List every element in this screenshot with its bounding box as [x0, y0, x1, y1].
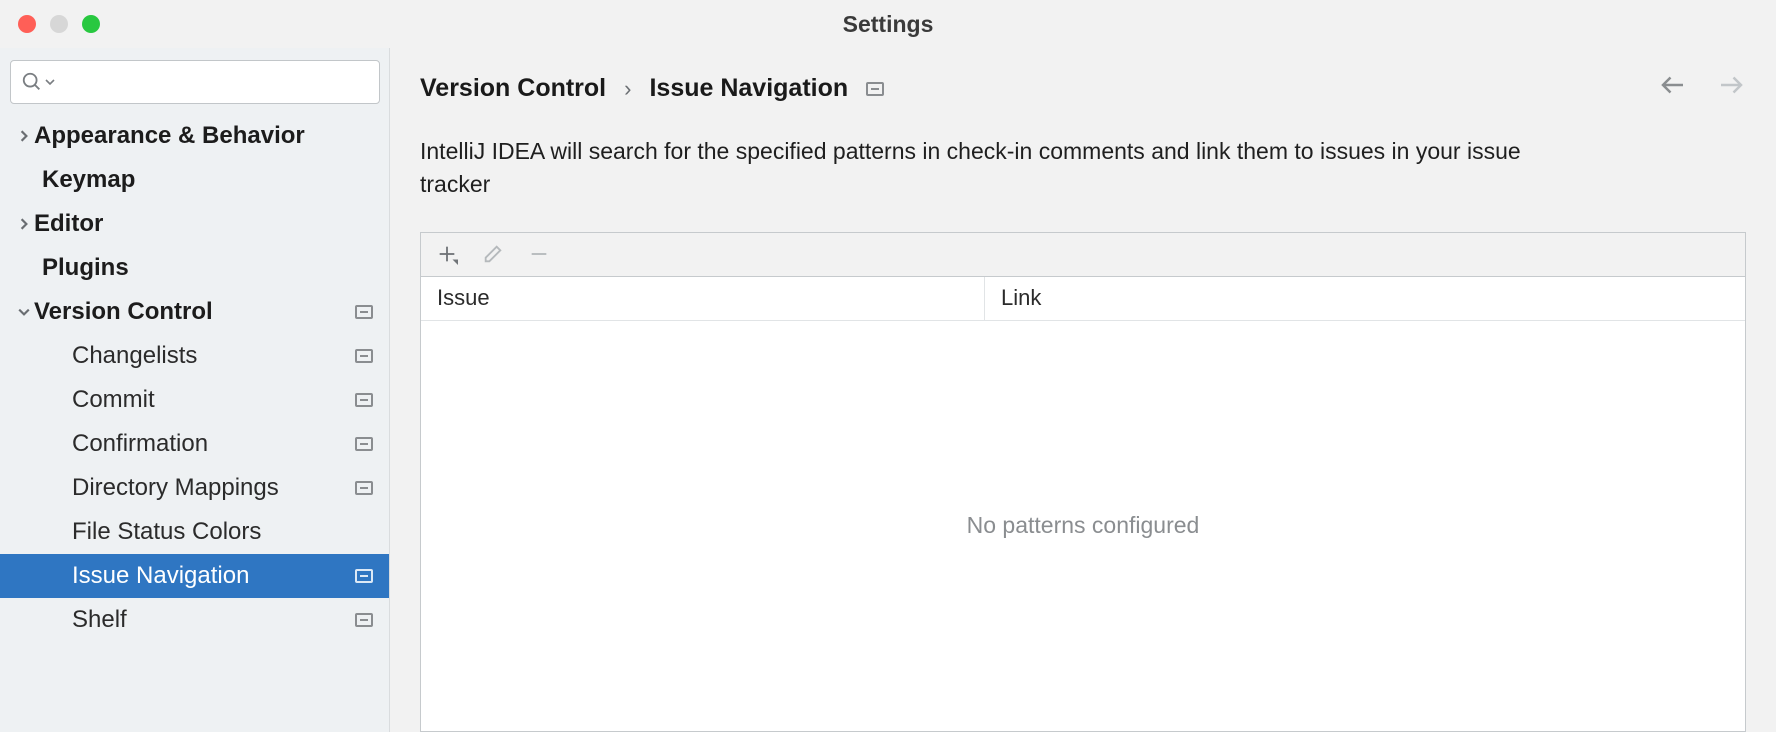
- window-controls: [0, 15, 100, 33]
- breadcrumb-current: Issue Navigation: [649, 74, 848, 103]
- search-icon: [21, 71, 43, 93]
- tree-item-label: Editor: [34, 210, 103, 238]
- project-scope-icon: [355, 606, 373, 634]
- tree-item-label: Shelf: [72, 606, 127, 634]
- tree-item-changelists[interactable]: Changelists: [0, 334, 389, 378]
- tree-item-appearance-behavior[interactable]: Appearance & Behavior: [0, 114, 389, 158]
- settings-tree: Appearance & Behavior Keymap Editor Plug…: [0, 114, 389, 732]
- table-toolbar: [421, 233, 1745, 277]
- project-scope-icon: [355, 430, 373, 458]
- settings-search[interactable]: [10, 60, 380, 104]
- project-scope-icon: [866, 74, 884, 103]
- chevron-right-icon: [14, 130, 34, 142]
- page-description: IntelliJ IDEA will search for the specif…: [420, 135, 1550, 202]
- tree-item-confirmation[interactable]: Confirmation: [0, 422, 389, 466]
- issue-patterns-table: Issue Link No patterns configured: [420, 232, 1746, 732]
- minus-icon: [528, 243, 550, 265]
- tree-item-label: Keymap: [42, 166, 135, 194]
- tree-item-label: Changelists: [72, 342, 197, 370]
- settings-main: Version Control › Issue Navigation Intel…: [390, 48, 1776, 732]
- chevron-right-icon: [14, 218, 34, 230]
- tree-item-label: Directory Mappings: [72, 474, 279, 502]
- tree-item-shelf[interactable]: Shelf: [0, 598, 389, 642]
- tree-item-label: File Status Colors: [72, 518, 261, 546]
- tree-item-label: Confirmation: [72, 430, 208, 458]
- project-scope-icon: [355, 474, 373, 502]
- table-empty-state: No patterns configured: [421, 321, 1745, 731]
- tree-item-keymap[interactable]: Keymap: [0, 158, 389, 202]
- project-scope-icon: [355, 562, 373, 590]
- settings-sidebar: Appearance & Behavior Keymap Editor Plug…: [0, 48, 390, 732]
- arrow-left-icon: [1658, 70, 1688, 100]
- titlebar: Settings: [0, 0, 1776, 48]
- arrow-right-icon: [1716, 70, 1746, 100]
- add-button[interactable]: [433, 240, 461, 268]
- project-scope-icon: [355, 342, 373, 370]
- edit-button[interactable]: [479, 240, 507, 268]
- tree-item-plugins[interactable]: Plugins: [0, 246, 389, 290]
- tree-item-directory-mappings[interactable]: Directory Mappings: [0, 466, 389, 510]
- chevron-right-icon: ›: [624, 76, 631, 102]
- zoom-window-button[interactable]: [82, 15, 100, 33]
- tree-item-issue-navigation[interactable]: Issue Navigation: [0, 554, 389, 598]
- window-title: Settings: [0, 11, 1776, 38]
- table-header: Issue Link: [421, 277, 1745, 321]
- forward-button[interactable]: [1716, 70, 1746, 107]
- back-button[interactable]: [1658, 70, 1688, 107]
- breadcrumb: Version Control › Issue Navigation: [420, 70, 1746, 107]
- chevron-down-icon: [45, 77, 55, 87]
- breadcrumb-root[interactable]: Version Control: [420, 74, 606, 103]
- project-scope-icon: [355, 386, 373, 414]
- tree-item-label: Appearance & Behavior: [34, 122, 305, 150]
- tree-item-commit[interactable]: Commit: [0, 378, 389, 422]
- column-header-issue[interactable]: Issue: [421, 277, 985, 320]
- tree-item-label: Commit: [72, 386, 155, 414]
- tree-item-file-status-colors[interactable]: File Status Colors: [0, 510, 389, 554]
- project-scope-icon: [355, 298, 373, 326]
- close-window-button[interactable]: [18, 15, 36, 33]
- chevron-down-icon: [14, 306, 34, 318]
- minimize-window-button[interactable]: [50, 15, 68, 33]
- tree-item-editor[interactable]: Editor: [0, 202, 389, 246]
- settings-search-input[interactable]: [65, 71, 369, 94]
- tree-item-version-control[interactable]: Version Control: [0, 290, 389, 334]
- tree-item-label: Plugins: [42, 254, 129, 282]
- remove-button[interactable]: [525, 240, 553, 268]
- pencil-icon: [482, 243, 504, 265]
- column-header-link[interactable]: Link: [985, 277, 1745, 320]
- plus-icon: [436, 243, 458, 265]
- tree-item-label: Issue Navigation: [72, 562, 249, 590]
- tree-item-label: Version Control: [34, 298, 213, 326]
